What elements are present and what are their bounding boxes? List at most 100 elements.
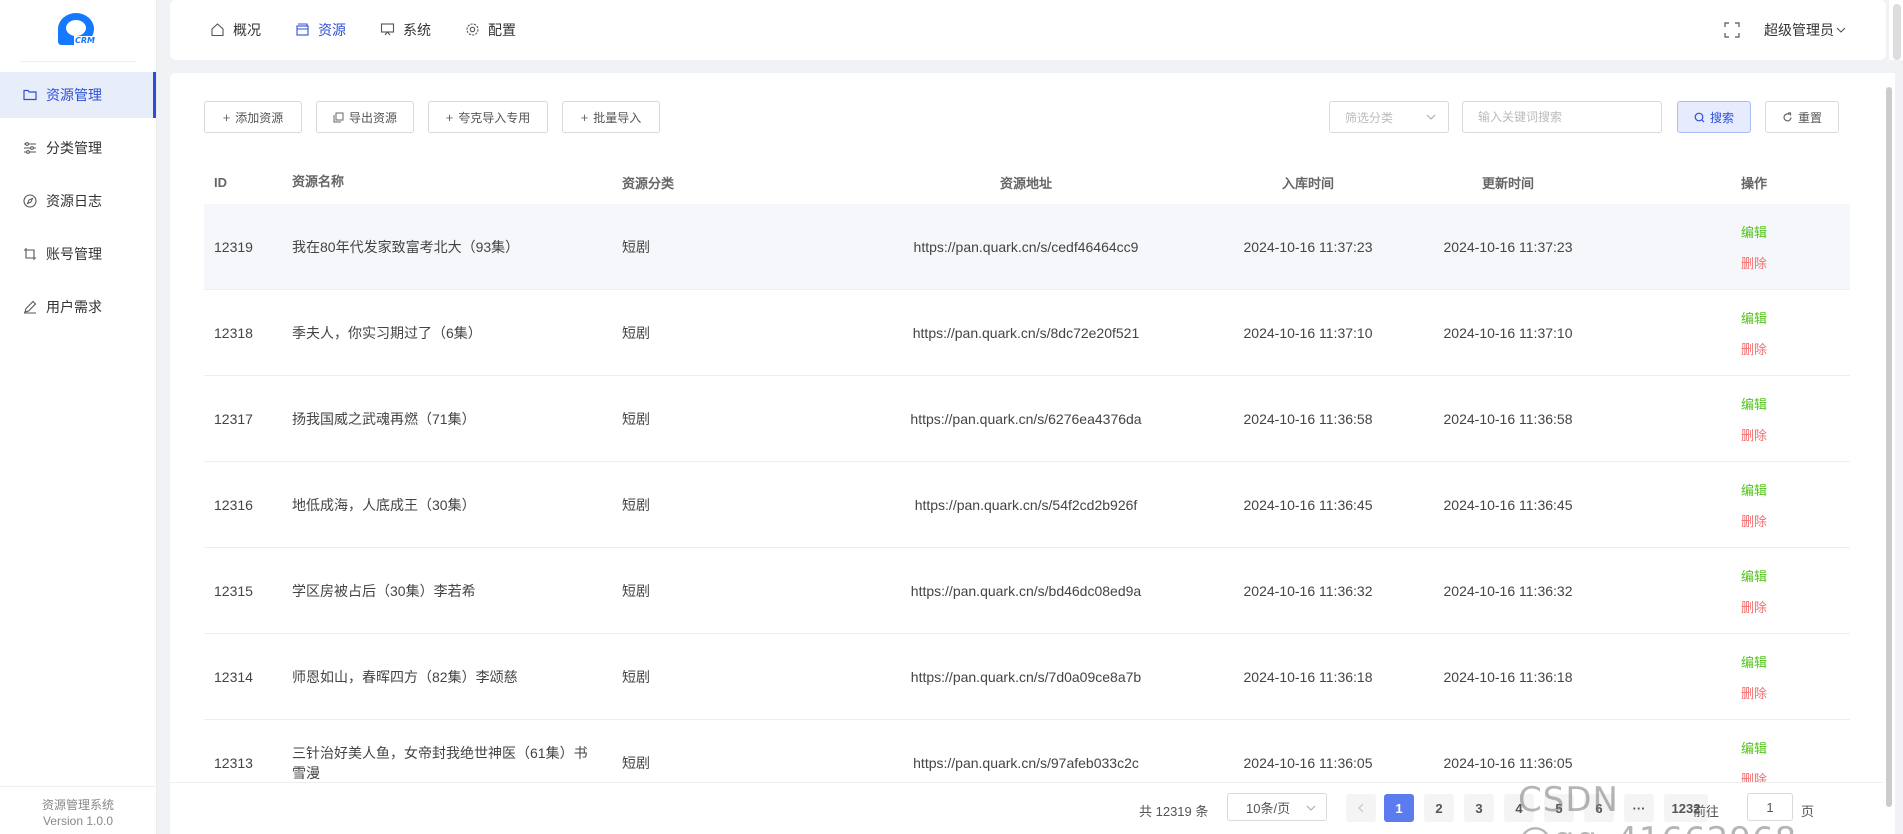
cell-created: 2024-10-16 11:36:58 [1243,410,1373,427]
plus-icon: + [445,109,454,125]
cell-updated: 2024-10-16 11:36:05 [1443,754,1573,771]
cell-name: 季夫人，你实习期过了（6集） [292,324,482,341]
quark-import-button[interactable]: + 夸克导入专用 [428,101,548,133]
sliders-icon [22,140,38,156]
chevron-down-icon [1836,27,1846,33]
cell-category: 短剧 [622,582,650,599]
edit-link[interactable]: 编辑 [1658,308,1850,327]
page-button[interactable]: 3 [1464,794,1494,822]
page-button[interactable]: 5 [1544,794,1574,822]
nav-tab-config[interactable]: 配置 [465,20,516,40]
scrollbar-thumb[interactable] [1886,87,1892,807]
sidebar-item-user-requests[interactable]: 用户需求 [0,284,156,330]
user-menu[interactable]: 超级管理员 [1764,20,1846,40]
search-button[interactable]: 搜索 [1677,101,1751,133]
table-row[interactable]: 12318 季夫人，你实习期过了（6集） 短剧 https://pan.quar… [204,290,1850,376]
sidebar-item-resource-log[interactable]: 资源日志 [0,178,156,224]
system-name: 资源管理系统 [41,798,114,812]
cell-actions: 编辑 删除 [1608,480,1850,530]
sidebar-item-label: 资源日志 [46,193,102,209]
nav-tab-overview[interactable]: 概况 [210,20,261,40]
page-size-value: 10条/页 [1246,800,1291,816]
fullscreen-icon[interactable] [1724,22,1740,38]
edit-link[interactable]: 编辑 [1658,394,1850,413]
keyword-search-input[interactable] [1462,101,1662,133]
main-scrollbar[interactable] [1883,73,1895,834]
export-resource-button[interactable]: 导出资源 [316,101,414,133]
sidebar-item-label: 资源管理 [46,87,102,103]
header-url: 资源地址 [999,175,1052,191]
edit-link[interactable]: 编辑 [1658,652,1850,671]
sidebar-item-resource-management[interactable]: 资源管理 [0,72,156,118]
edit-link[interactable]: 编辑 [1658,566,1850,585]
cell-updated: 2024-10-16 11:36:18 [1443,668,1573,685]
cell-created: 2024-10-16 11:36:18 [1243,668,1373,685]
cell-name: 三针治好美人鱼，女帝封我绝世神医（61集）书雪漫 [292,744,588,781]
table-row[interactable]: 12314 师恩如山，春晖四方（82集）李颂慈 短剧 https://pan.q… [204,634,1850,720]
nav-tab-system[interactable]: 系统 [380,20,431,40]
page-button[interactable]: 1 [1384,794,1414,822]
edit-link[interactable]: 编辑 [1658,222,1850,241]
cell-url: https://pan.quark.cn/s/97afeb033c2c [913,754,1139,771]
gear-icon [465,22,481,38]
top-scrollbar[interactable] [1889,0,1903,60]
cell-id: 12319 [214,238,253,255]
cell-name: 师恩如山，春晖四方（82集）李颂慈 [292,668,518,685]
total-count: 共 12319 条 [1139,804,1209,819]
page-size-select[interactable]: 10条/页 [1227,793,1327,821]
nav-tab-label: 资源 [318,22,346,38]
refresh-icon [1782,111,1793,123]
table-row[interactable]: 12319 我在80年代发家致富考北大（93集） 短剧 https://pan.… [204,204,1850,290]
sidebar-item-category-management[interactable]: 分类管理 [0,125,156,171]
cell-category: 短剧 [622,324,650,341]
more-pages-button[interactable]: ··· [1624,794,1654,822]
header-id: ID [214,174,227,190]
cell-created: 2024-10-16 11:36:32 [1243,582,1373,599]
cell-category: 短剧 [622,238,650,255]
delete-link[interactable]: 删除 [1658,511,1850,530]
page-button[interactable]: 6 [1584,794,1614,822]
edit-link[interactable]: 编辑 [1658,738,1850,757]
cell-url: https://pan.quark.cn/s/6276ea4376da [910,410,1142,427]
cell-id: 12314 [214,668,253,685]
cell-category: 短剧 [622,668,650,685]
crm-logo[interactable]: CRM [58,12,98,49]
edit-link[interactable]: 编辑 [1658,480,1850,499]
delete-link[interactable]: 删除 [1658,597,1850,616]
add-resource-button[interactable]: + 添加资源 [204,101,302,133]
delete-link[interactable]: 删除 [1658,339,1850,358]
cell-id: 12313 [214,754,253,771]
cell-url: https://pan.quark.cn/s/7d0a09ce8a7b [910,668,1142,685]
chevron-down-icon [1306,805,1316,811]
page-button[interactable]: 2 [1424,794,1454,822]
cell-updated: 2024-10-16 11:36:58 [1443,410,1573,427]
select-placeholder: 筛选分类 [1345,110,1394,125]
sidebar-item-label: 用户需求 [46,299,102,315]
table-row[interactable]: 12316 地低成海，人底成王（30集） 短剧 https://pan.quar… [204,462,1850,548]
cell-id: 12316 [214,496,253,513]
delete-link[interactable]: 删除 [1658,253,1850,272]
page-button[interactable]: 4 [1504,794,1534,822]
batch-import-button[interactable]: + 批量导入 [562,101,660,133]
page-unit-label: 页 [1801,804,1815,819]
header-updated: 更新时间 [1481,175,1534,191]
goto-page-input[interactable] [1747,793,1793,821]
monitor-icon [380,22,396,38]
cell-updated: 2024-10-16 11:37:23 [1443,238,1573,255]
sidebar-item-account-management[interactable]: 账号管理 [0,231,156,277]
logo-area: CRM [20,0,136,62]
button-label: 重置 [1797,110,1822,125]
delete-link[interactable]: 删除 [1658,425,1850,444]
reset-button[interactable]: 重置 [1765,101,1839,133]
cell-id: 12318 [214,324,253,341]
category-filter-select[interactable]: 筛选分类 [1329,101,1449,133]
prev-page-button[interactable] [1346,794,1376,822]
table-row[interactable]: 12317 扬我国威之武魂再燃（71集） 短剧 https://pan.quar… [204,376,1850,462]
user-name: 超级管理员 [1764,22,1834,38]
nav-tab-resources[interactable]: 资源 [295,20,346,40]
pen-icon [22,299,38,315]
delete-link[interactable]: 删除 [1658,683,1850,702]
header-category: 资源分类 [622,175,675,191]
chevron-left-icon [1358,803,1364,813]
table-row[interactable]: 12315 学区房被占后（30集）李若希 短剧 https://pan.quar… [204,548,1850,634]
